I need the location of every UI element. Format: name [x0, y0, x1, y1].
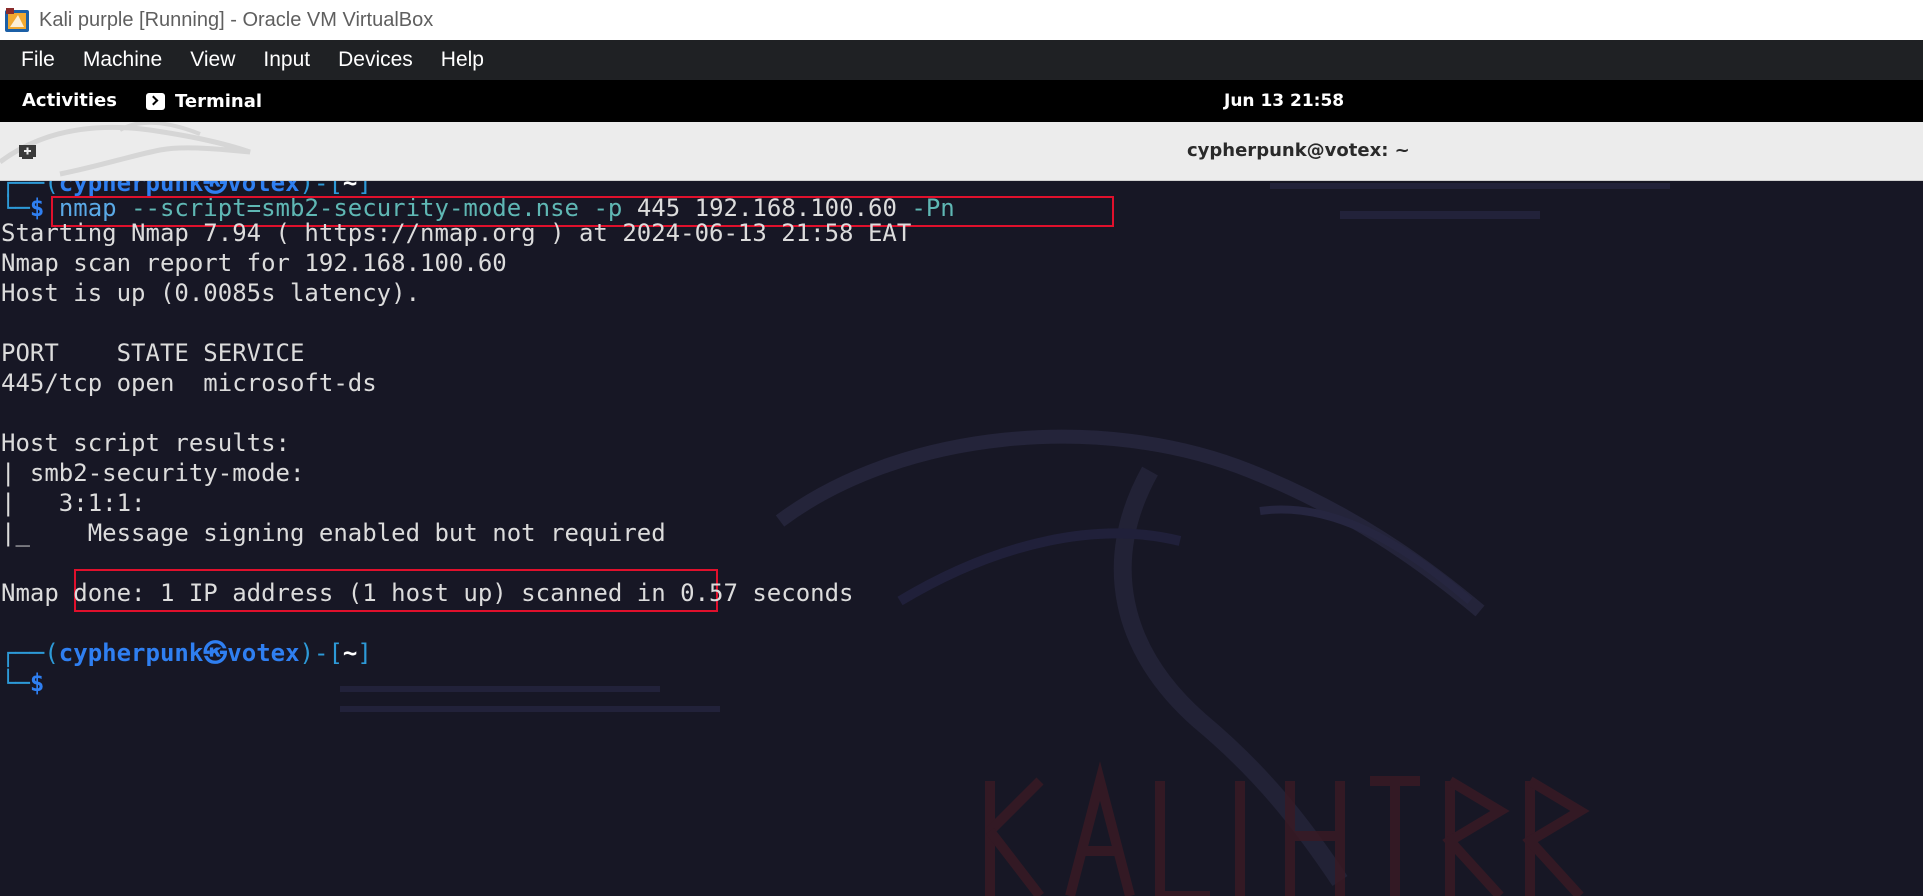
output-line-signing: |_ Message signing enabled but not requi… — [1, 519, 666, 547]
gnome-top-bar: Activities Terminal Jun 13 21:58 — [0, 80, 1923, 122]
output-line: Nmap done: 1 IP address (1 host up) scan… — [1, 579, 854, 607]
menu-input[interactable]: Input — [249, 40, 324, 80]
output-line: Host script results: — [1, 429, 290, 457]
prompt-input-line[interactable]: └─$ — [1, 668, 44, 698]
menu-view[interactable]: View — [176, 40, 249, 80]
output-line: | 3:1:1: — [1, 489, 146, 517]
output-line: 445/tcp open microsoft-ds — [1, 369, 377, 397]
prompt-line-top: ┌──(cypherpunk㉿votex)-[~] — [1, 639, 372, 667]
output-line: Nmap scan report for 192.168.100.60 — [1, 249, 507, 277]
app-menu-label: Terminal — [175, 90, 263, 112]
activities-button[interactable]: Activities — [22, 80, 117, 122]
window-title: Kali purple [Running] - Oracle VM Virtua… — [39, 8, 434, 31]
output-line: PORT STATE SERVICE — [1, 339, 305, 367]
menu-file[interactable]: File — [0, 40, 69, 80]
output-line: Starting Nmap 7.94 ( https://nmap.org ) … — [1, 219, 912, 247]
menu-machine[interactable]: Machine — [69, 40, 176, 80]
vbox-menu-bar: File Machine View Input Devices Help — [0, 40, 1923, 80]
terminal-title: cypherpunk@votex: ~ — [1187, 140, 1410, 161]
menu-help[interactable]: Help — [427, 40, 498, 80]
menu-devices[interactable]: Devices — [324, 40, 427, 80]
terminal-icon — [146, 92, 165, 110]
terminal-output[interactable]: ┌──(cypherpunk㉿votex)-[~] └─$ nmap --scr… — [0, 181, 1923, 896]
virtualbox-icon — [4, 7, 31, 34]
clock[interactable]: Jun 13 21:58 — [1224, 80, 1344, 122]
window-title-bar: Kali purple [Running] - Oracle VM Virtua… — [0, 0, 1923, 40]
output-line: Host is up (0.0085s latency). — [1, 279, 421, 307]
output-line: | smb2-security-mode: — [1, 459, 305, 487]
app-menu-terminal[interactable]: Terminal — [146, 80, 262, 122]
terminal-header-bar: cypherpunk@votex: ~ — [0, 122, 1923, 181]
